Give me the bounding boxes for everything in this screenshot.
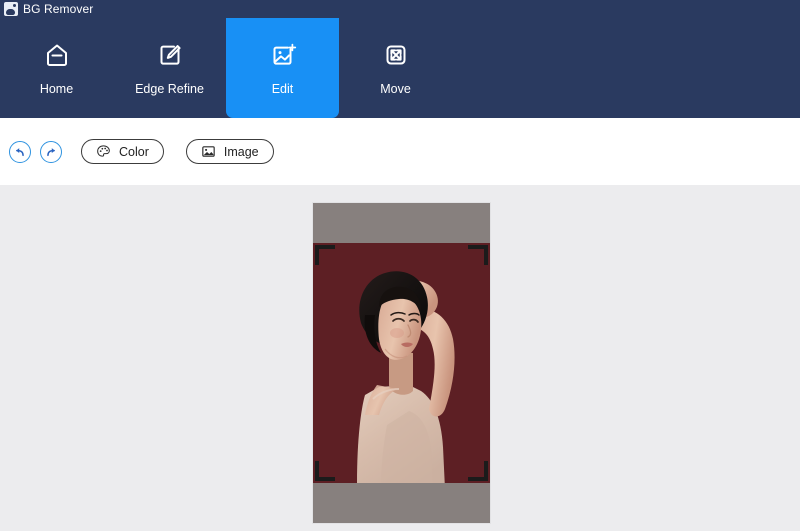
nav-tab-edit-label: Edit [272, 82, 294, 96]
edit-image-icon [268, 40, 298, 70]
home-icon [42, 40, 72, 70]
nav-tab-edge-refine[interactable]: Edge Refine [113, 18, 226, 118]
title-bar: BG Remover [0, 0, 800, 18]
main-navbar: Home Edge Refine Edit [0, 18, 800, 118]
crop-handle-bottom-left[interactable] [315, 461, 335, 481]
color-button[interactable]: Color [81, 139, 164, 164]
nav-tab-list: Home Edge Refine Edit [0, 18, 452, 118]
undo-arrow-icon [13, 145, 27, 159]
palette-icon [96, 144, 111, 159]
nav-tab-home-label: Home [40, 82, 73, 96]
nav-tab-edit[interactable]: Edit [226, 18, 339, 118]
color-button-label: Color [119, 145, 149, 159]
crop-handle-top-right[interactable] [468, 245, 488, 265]
redo-button[interactable] [40, 141, 62, 163]
edit-toolbar-left-group: Color Image [0, 118, 274, 185]
photo-preview[interactable] [313, 203, 490, 523]
crop-handle-bottom-right[interactable] [468, 461, 488, 481]
picture-icon [201, 144, 216, 159]
nav-tab-edge-refine-label: Edge Refine [135, 82, 204, 96]
move-arrows-icon [381, 40, 411, 70]
nav-tab-move[interactable]: Move [339, 18, 452, 118]
editor-canvas [0, 185, 800, 531]
redo-arrow-icon [44, 145, 58, 159]
bg-remover-logo-icon [4, 2, 18, 16]
crop-handle-top-left[interactable] [315, 245, 335, 265]
window-title: BG Remover [23, 2, 93, 16]
nav-tab-move-label: Move [380, 82, 411, 96]
edit-toolbar: Color Image Crop Ratio: [0, 118, 800, 185]
app-window: BG Remover Home Edge Refine [0, 0, 800, 531]
undo-button[interactable] [9, 141, 31, 163]
image-button-label: Image [224, 145, 259, 159]
image-button[interactable]: Image [186, 139, 274, 164]
edge-refine-icon [155, 40, 185, 70]
subject-photo [313, 203, 490, 523]
nav-tab-home[interactable]: Home [0, 18, 113, 118]
